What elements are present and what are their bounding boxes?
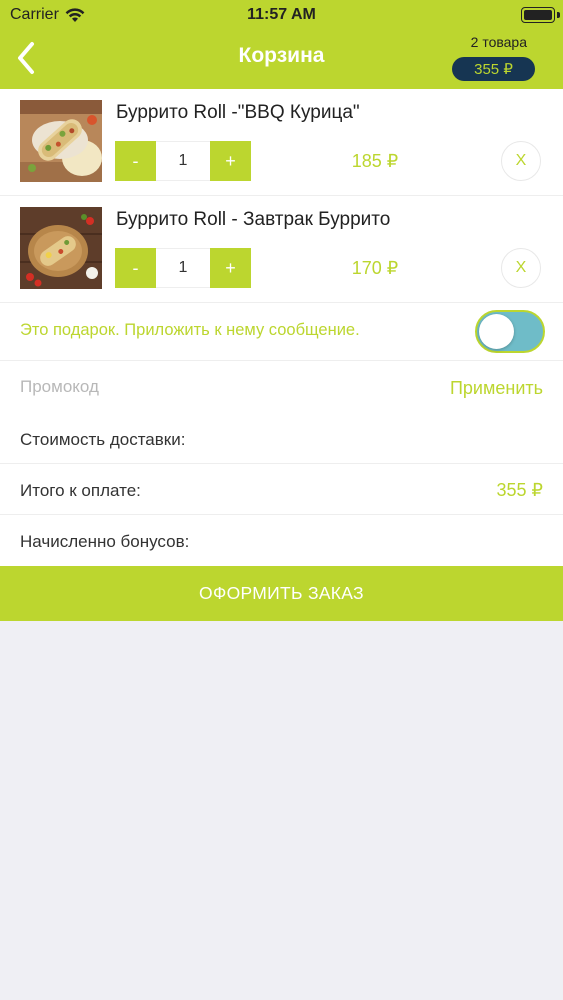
promo-row: Применить (0, 361, 563, 413)
quantity-value: 1 (156, 248, 210, 288)
promo-code-input[interactable] (20, 375, 400, 399)
total-row: Итого к оплате: 355 ₽ (0, 464, 563, 515)
cart-list: Буррито Roll -"BBQ Курица" - 1 + 185 ₽ X (0, 89, 563, 566)
cart-item: Буррито Roll - Завтрак Буррито - 1 + 170… (0, 196, 563, 303)
quantity-value: 1 (156, 141, 210, 181)
items-count: 2 товара (470, 34, 527, 50)
total-value: 355 ₽ (496, 480, 544, 500)
remove-item-button[interactable]: X (501, 141, 541, 181)
increase-quantity-button[interactable]: + (210, 141, 251, 181)
item-price: 185 ₽ (351, 151, 399, 171)
status-time: 11:57 AM (247, 6, 316, 23)
nav-header: Carrier 11:57 AM Корзина 2 товара 355 ₽ (0, 0, 563, 89)
item-name: Буррито Roll - Завтрак Буррито (116, 209, 391, 230)
battery-icon (521, 7, 555, 23)
item-price: 170 ₽ (351, 258, 399, 278)
gift-row: Это подарок. Приложить к нему сообщение. (0, 303, 563, 361)
gift-toggle[interactable] (475, 310, 545, 353)
total-label: Итого к оплате: (20, 481, 141, 500)
product-image-breakfast-burrito[interactable] (20, 207, 102, 289)
product-image-bbq-chicken[interactable] (20, 100, 102, 182)
bonus-label: Начисленно бонусов: (20, 532, 190, 551)
cart-item: Буррито Roll -"BBQ Курица" - 1 + 185 ₽ X (0, 89, 563, 196)
decrease-quantity-button[interactable]: - (115, 248, 156, 288)
battery-tip (557, 12, 560, 18)
delivery-cost-row: Стоимость доставки: (0, 413, 563, 464)
bonus-row: Начисленно бонусов: (0, 515, 563, 566)
item-name: Буррито Roll -"BBQ Курица" (116, 102, 360, 123)
delivery-cost-label: Стоимость доставки: (20, 430, 186, 449)
remove-item-button[interactable]: X (501, 248, 541, 288)
decrease-quantity-button[interactable]: - (115, 141, 156, 181)
apply-promo-button[interactable]: Применить (450, 378, 543, 399)
status-bar: Carrier 11:57 AM (0, 0, 563, 30)
gift-message-label: Это подарок. Приложить к нему сообщение. (20, 321, 360, 339)
cart-total-badge: 355 ₽ (452, 57, 535, 81)
checkout-button[interactable]: ОФОРМИТЬ ЗАКАЗ (0, 566, 563, 621)
toggle-knob (479, 314, 514, 349)
increase-quantity-button[interactable]: + (210, 248, 251, 288)
